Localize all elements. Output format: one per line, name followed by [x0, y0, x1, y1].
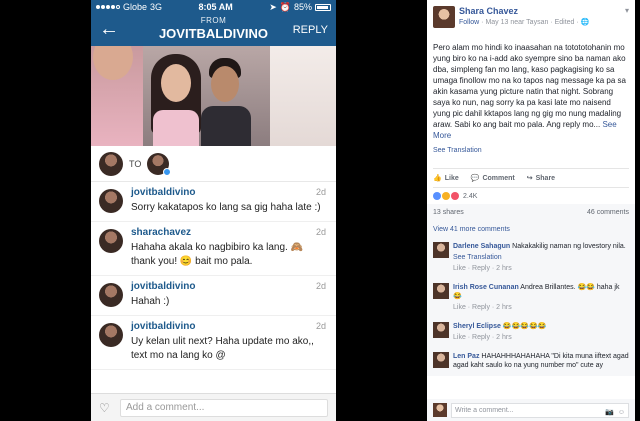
status-bar: Globe 3G 8:05 AM ➤ ⏰ 85% — [91, 0, 336, 14]
sender-avatar[interactable] — [99, 151, 123, 176]
message-text: Uy kelan ulit next? Haha update mo ako,,… — [131, 336, 314, 361]
thumbs-up-icon: 👍 — [433, 175, 442, 182]
message-username[interactable]: jovitbaldivino — [131, 281, 326, 292]
shares-count[interactable]: 13 shares — [433, 209, 464, 216]
message-time: 2d — [315, 187, 326, 197]
commenter-name[interactable]: Irish Rose Cunanan — [453, 284, 519, 291]
battery-percent: 85% — [293, 2, 312, 12]
comment-bar: ♡ Add a comment... — [91, 393, 336, 421]
view-more-comments-link[interactable]: View 41 more comments — [433, 221, 629, 238]
reply-button[interactable]: REPLY — [293, 24, 328, 36]
globe-icon: 🌐 — [580, 19, 590, 26]
commenter-name[interactable]: Darlene Sahagun — [453, 243, 510, 250]
message-username[interactable]: jovitbaldivino — [131, 187, 326, 198]
share-label: Share — [535, 175, 556, 182]
like-button[interactable]: 👍 Like — [433, 174, 459, 182]
see-translation-link[interactable]: See Translation — [427, 141, 635, 154]
avatar[interactable] — [99, 229, 123, 253]
message-item: jovitbaldivino 2d Sorry kakatapos ko lan… — [91, 182, 336, 222]
carrier-name: Globe — [123, 2, 148, 12]
share-button[interactable]: ↪ Share — [527, 174, 555, 182]
comment-text: Nakakakilig naman ng lovestory nila. — [512, 243, 626, 250]
post-meta: Follow · May 13 near Taysan · Edited · 🌐 — [459, 18, 589, 26]
post-header: Shara Chavez Follow · May 13 near Taysan… — [427, 0, 635, 36]
instagram-direct-screen: Globe 3G 8:05 AM ➤ ⏰ 85% ← FROM JOVITBAL… — [91, 0, 336, 421]
avatar[interactable] — [99, 283, 123, 307]
reactions-count: 2.4K — [463, 192, 478, 200]
shared-photo[interactable] — [91, 46, 336, 146]
comment-meta[interactable]: Like · Reply · 2 hrs — [453, 303, 629, 312]
facebook-post: Shara Chavez Follow · May 13 near Taysan… — [427, 0, 635, 421]
write-comment-placeholder: Write a comment... — [455, 406, 514, 414]
comment-item: Irish Rose Cunanan Andrea Brillantes. 😂😂… — [433, 279, 629, 318]
post-body: Pero alam mo hindi ko inaasahan na totot… — [427, 36, 635, 141]
comment-item: Sheryl Eclipse 😂😂😂😂😂 Like · Reply · 2 hr… — [433, 318, 629, 348]
signal-strength-icon — [96, 5, 120, 9]
message-item: jovitbaldivino 2d Uy kelan ulit next? Ha… — [91, 316, 336, 370]
message-item: jovitbaldivino 2d Hahah :) — [91, 276, 336, 316]
message-username[interactable]: sharachavez — [131, 227, 326, 238]
comment-see-translation[interactable]: See Translation — [453, 254, 502, 261]
screenshot-stage: Globe 3G 8:05 AM ➤ ⏰ 85% ← FROM JOVITBAL… — [0, 0, 640, 421]
reactions-summary[interactable]: 2.4K — [427, 188, 635, 204]
avatar[interactable] — [99, 323, 123, 347]
write-comment-bar: Write a comment... 📷 ☺ — [427, 399, 635, 421]
message-list: jovitbaldivino 2d Sorry kakatapos ko lan… — [91, 182, 336, 370]
to-label: TO — [129, 158, 142, 169]
clock: 8:05 AM — [198, 2, 233, 12]
write-comment-input[interactable]: Write a comment... 📷 ☺ — [451, 402, 629, 419]
avatar — [433, 403, 447, 417]
post-meta-text: · May 13 near Taysan · Edited · — [479, 19, 581, 26]
avatar[interactable] — [433, 322, 449, 338]
comment-meta[interactable]: Like · Reply · 2 hrs — [453, 264, 629, 273]
avatar[interactable] — [433, 242, 449, 258]
comment-text: HAHAHHHAHAHAHA "Di kita muna iiftext aga… — [453, 353, 629, 369]
commenter-name[interactable]: Sheryl Eclipse — [453, 323, 501, 330]
location-arrow-icon: ➤ — [269, 1, 277, 12]
author-name[interactable]: Shara Chavez — [459, 6, 518, 16]
seen-indicator-icon — [163, 167, 172, 176]
haha-reaction-icon — [442, 192, 450, 200]
comment-label: Comment — [482, 175, 515, 182]
post-actions: 👍 Like 💬 Comment ↪ Share — [427, 169, 635, 187]
share-icon: ↪ — [526, 175, 533, 182]
like-reaction-icon — [433, 192, 441, 200]
avatar[interactable] — [99, 189, 123, 213]
like-label: Like — [444, 175, 459, 182]
network-type: 3G — [150, 2, 163, 12]
follow-link[interactable]: Follow — [459, 19, 479, 26]
comments-section: View 41 more comments Darlene Sahagun Na… — [427, 221, 635, 376]
recipients-row: TO — [91, 146, 336, 182]
comments-count[interactable]: 46 comments — [587, 209, 629, 216]
heart-icon[interactable]: ♡ — [99, 402, 112, 414]
battery-icon — [314, 3, 331, 11]
message-time: 2d — [315, 321, 326, 331]
avatar[interactable] — [433, 6, 455, 28]
comment-input[interactable]: Add a comment... — [120, 398, 328, 417]
emoji-icon[interactable]: ☺ — [618, 406, 625, 419]
comment-item: Len Paz HAHAHHHAHAHAHA "Di kita muna iif… — [433, 348, 629, 376]
message-text: Sorry kakatapos ko lang sa gig haha late… — [131, 202, 321, 213]
chevron-down-icon[interactable]: ▾ — [625, 6, 629, 15]
avatar[interactable] — [433, 283, 449, 299]
message-text: Hahaha akala ko nagbibiro ka lang. 🙈 tha… — [131, 242, 304, 267]
message-text: Hahah :) — [131, 296, 170, 307]
alarm-icon: ⏰ — [279, 1, 291, 12]
post-text: Pero alam mo hindi ko inaasahan na totot… — [433, 43, 627, 129]
share-comment-counts: 13 shares 46 comments — [427, 204, 635, 221]
nav-bar: ← FROM JOVITBALDIVINO REPLY — [91, 14, 336, 46]
comment-item: Darlene Sahagun Nakakakilig naman ng lov… — [433, 238, 629, 279]
camera-icon[interactable]: 📷 — [605, 406, 614, 419]
avatar[interactable] — [433, 352, 449, 368]
love-reaction-icon — [451, 192, 459, 200]
message-time: 2d — [315, 281, 326, 291]
comment-icon: 💬 — [470, 175, 480, 182]
comment-text: 😂😂😂😂😂 — [502, 323, 547, 330]
comment-button[interactable]: 💬 Comment — [471, 174, 515, 182]
message-username[interactable]: jovitbaldivino — [131, 321, 326, 332]
message-item: sharachavez 2d Hahaha akala ko nagbibiro… — [91, 222, 336, 276]
commenter-name[interactable]: Len Paz — [453, 353, 479, 360]
message-time: 2d — [315, 227, 326, 237]
comment-meta[interactable]: Like · Reply · 2 hrs — [453, 333, 629, 342]
